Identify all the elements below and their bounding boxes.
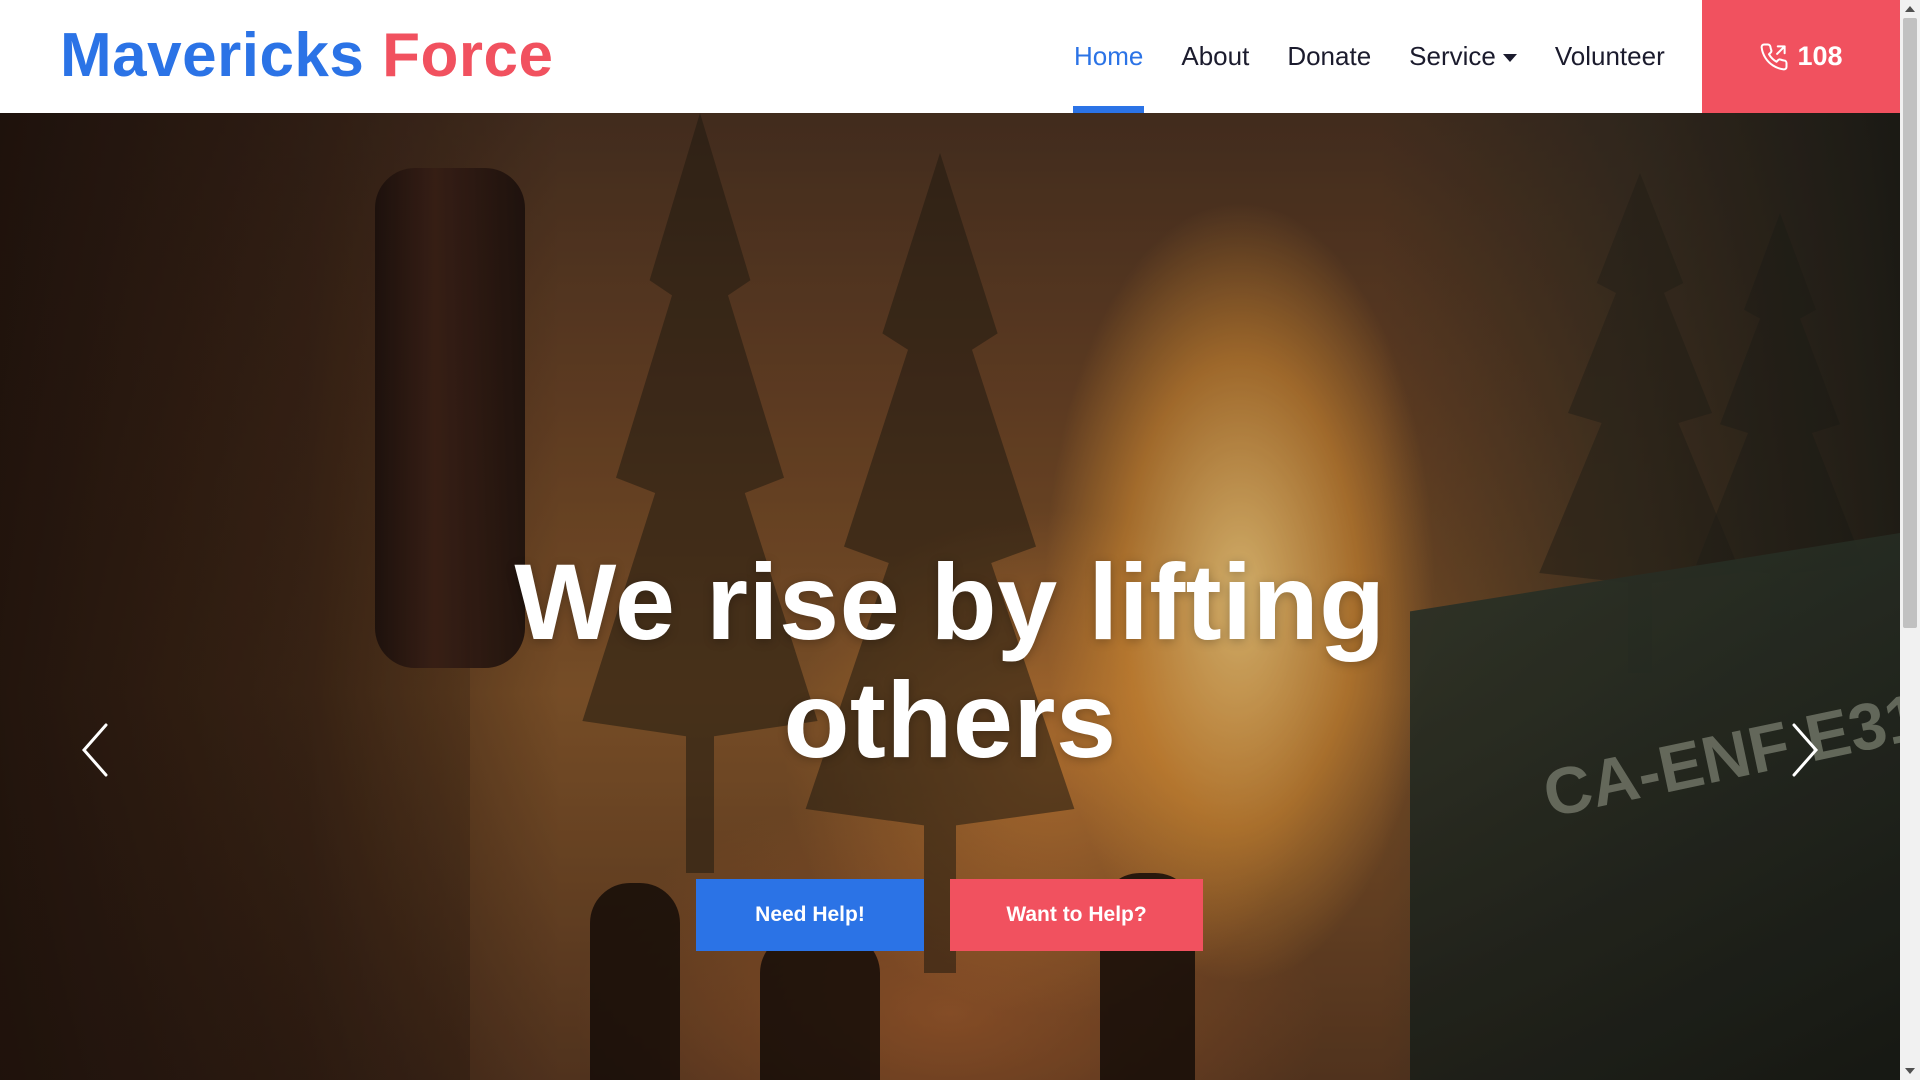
carousel-next-button[interactable] — [1784, 720, 1824, 780]
brand-name-part2: Force — [382, 21, 554, 90]
scrollbar-thumb[interactable] — [1903, 18, 1917, 628]
scroll-up-arrow-icon[interactable] — [1900, 0, 1920, 18]
nav-item-about[interactable]: About — [1181, 0, 1249, 113]
scroll-down-arrow-icon[interactable] — [1900, 1062, 1920, 1080]
want-to-help-button[interactable]: Want to Help? — [950, 879, 1203, 951]
nav-item-volunteer[interactable]: Volunteer — [1555, 0, 1665, 113]
navbar: Mavericks Force Home About Donate Servic… — [0, 0, 1900, 113]
nav-item-service-label: Service — [1409, 41, 1496, 71]
brand-name-part1: Mavericks — [60, 21, 365, 90]
hero-headline-line2: others — [783, 659, 1117, 780]
need-help-button[interactable]: Need Help! — [696, 879, 924, 951]
nav-item-donate[interactable]: Donate — [1287, 0, 1371, 113]
phone-call-button[interactable]: 108 — [1702, 0, 1900, 113]
carousel-prev-button[interactable] — [76, 720, 116, 780]
nav-item-service[interactable]: Service — [1409, 0, 1517, 113]
nav-item-home[interactable]: Home — [1072, 0, 1145, 113]
caret-down-icon — [1502, 53, 1517, 62]
hero-headline: We rise by lifting others — [450, 543, 1450, 779]
chevron-left-icon — [82, 723, 108, 777]
main-nav: Home About Donate Service Volunteer — [1055, 0, 1684, 113]
hero-carousel: CA-ENF E314 We rise by lifting others Ne… — [0, 113, 1900, 1080]
brand-logo[interactable]: Mavericks Force — [60, 18, 553, 94]
hero-headline-line1: We rise by lifting — [514, 541, 1386, 662]
phone-icon — [1761, 42, 1788, 70]
chevron-right-icon — [1792, 723, 1818, 777]
phone-number: 108 — [1797, 41, 1843, 71]
page-scrollbar[interactable] — [1900, 0, 1920, 1080]
